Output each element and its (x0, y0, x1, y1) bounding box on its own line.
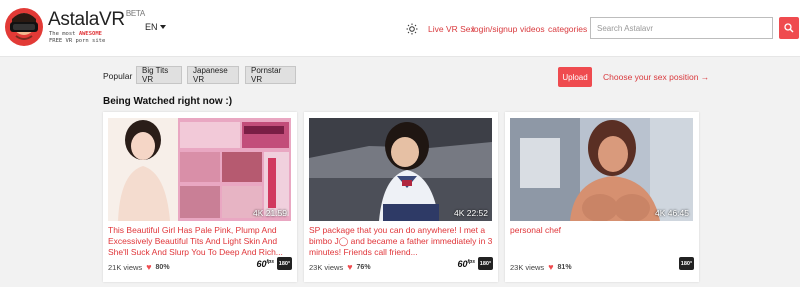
video-format-icons: 60fps 180° (457, 257, 493, 270)
heart-icon: ♥ (146, 262, 152, 272)
sun-icon[interactable] (406, 22, 418, 35)
video-card[interactable]: 4K 22:52 SP package that you can do anyw… (304, 112, 498, 282)
like-percent: 76% (356, 263, 371, 271)
tagline-prefix: The most (49, 31, 79, 37)
popular-label: Popular (103, 71, 133, 81)
tagline: The most AWESOME FREE VR porn site (49, 31, 105, 45)
video-format-icons: 180° (679, 257, 694, 270)
vr-180-icon: 180° (277, 257, 292, 270)
fps-value: 60 (457, 258, 468, 269)
choose-position-link[interactable]: Choose your sex position → (603, 72, 709, 82)
heart-icon: ♥ (548, 262, 554, 272)
nav-live-vr-sex[interactable]: Live VR Sex (428, 24, 475, 34)
video-meta: 23K views ♥ 81% (510, 262, 572, 272)
section-title: Being Watched right now :) (103, 96, 233, 107)
video-format-icons: 60fps 180° (256, 257, 292, 270)
chip-pornstar-vr[interactable]: Pornstar VR (245, 66, 296, 84)
duration-badge: 4K 46:45 (654, 208, 689, 218)
like-percent: 81% (557, 263, 572, 271)
brand-name[interactable]: AstalaVRBETA (48, 9, 145, 31)
like-percent: 80% (155, 263, 170, 271)
video-card[interactable]: 4K 21:59 This Beautiful Girl Has Pale Pi… (103, 112, 297, 282)
search-button[interactable] (779, 17, 799, 39)
fps-icon: 60fps (457, 259, 475, 269)
video-card[interactable]: 4K 46:45 personal chef 23K views ♥ 81% 1… (505, 112, 699, 282)
video-title-link[interactable]: This Beautiful Girl Has Pale Pink, Plump… (108, 225, 294, 258)
fps-unit: fps (266, 258, 275, 265)
nav-categories[interactable]: categories (548, 24, 587, 34)
beta-badge: BETA (125, 9, 145, 18)
video-meta: 21K views ♥ 80% (108, 262, 170, 272)
site-header: AstalaVRBETA The most AWESOME FREE VR po… (0, 0, 800, 57)
view-count: 23K views (510, 262, 545, 272)
brand-title: AstalaVR (48, 9, 125, 30)
vr-180-icon: 180° (679, 257, 694, 270)
fps-value: 60 (256, 258, 267, 269)
view-count: 23K views (309, 262, 344, 272)
caret-down-icon (159, 25, 166, 29)
fps-icon: 60fps (256, 259, 274, 269)
vr-180-icon: 180° (478, 257, 493, 270)
tagline-bold: AWESOME (78, 31, 102, 37)
view-count: 21K views (108, 262, 143, 272)
fps-unit: fps (467, 258, 476, 265)
nav-videos[interactable]: videos (520, 24, 545, 34)
search-input[interactable] (590, 17, 773, 39)
chip-japanese-vr[interactable]: Japanese VR (187, 66, 239, 84)
heart-icon: ♥ (347, 262, 353, 272)
site-logo-icon[interactable] (4, 5, 44, 49)
video-thumbnail[interactable]: 4K 46:45 (510, 118, 693, 221)
chip-big-tits-vr[interactable]: Big Tits VR (136, 66, 182, 84)
upload-button[interactable]: Upload (558, 67, 592, 87)
language-label: EN (145, 22, 158, 32)
video-title-link[interactable]: personal chef (510, 225, 696, 236)
video-meta: 23K views ♥ 76% (309, 262, 371, 272)
language-selector[interactable]: EN (145, 22, 166, 32)
nav-login-signup[interactable]: login/signup (472, 24, 517, 34)
duration-badge: 4K 22:52 (453, 208, 488, 218)
duration-badge: 4K 21:59 (252, 208, 287, 218)
search-icon (784, 23, 794, 33)
video-thumbnail[interactable]: 4K 21:59 (108, 118, 291, 221)
video-thumbnail[interactable]: 4K 22:52 (309, 118, 492, 221)
tagline-line-2: FREE VR porn site (49, 38, 106, 44)
video-title-link[interactable]: SP package that you can do anywhere! I m… (309, 225, 495, 258)
